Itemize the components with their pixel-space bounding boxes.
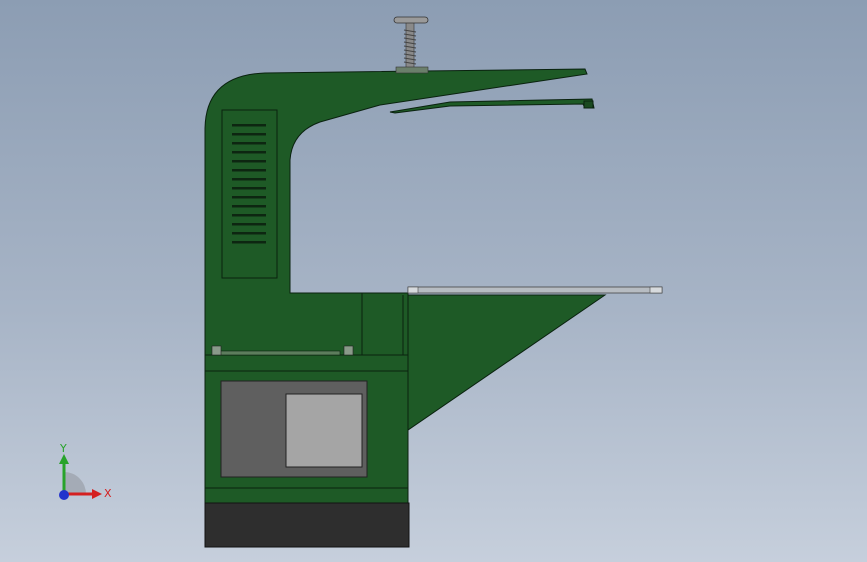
y-axis-arrow bbox=[59, 454, 69, 464]
work-table-edge bbox=[407, 286, 419, 294]
z-axis-dot bbox=[59, 490, 69, 500]
work-table[interactable] bbox=[407, 286, 663, 294]
bolt-right bbox=[343, 345, 354, 356]
tension-screw-base bbox=[395, 66, 429, 74]
y-axis-label: Y bbox=[59, 442, 67, 455]
triad-arc bbox=[64, 472, 86, 494]
bandsaw-model[interactable] bbox=[0, 0, 867, 562]
cad-viewport[interactable]: Y X bbox=[0, 0, 867, 562]
base-pedestal[interactable] bbox=[204, 502, 410, 548]
access-window bbox=[285, 393, 363, 468]
bolt-left bbox=[211, 345, 222, 356]
blade-guide-block[interactable] bbox=[583, 100, 594, 109]
x-axis-arrow bbox=[92, 489, 102, 499]
x-axis-label: X bbox=[104, 487, 112, 500]
column-block bbox=[361, 292, 409, 358]
table-support[interactable] bbox=[407, 294, 607, 431]
blade-guide-arm[interactable] bbox=[389, 98, 595, 114]
work-table-end bbox=[649, 286, 663, 294]
rail bbox=[219, 350, 341, 356]
axis-triad: Y X bbox=[59, 442, 112, 500]
tension-knob[interactable] bbox=[393, 16, 429, 24]
